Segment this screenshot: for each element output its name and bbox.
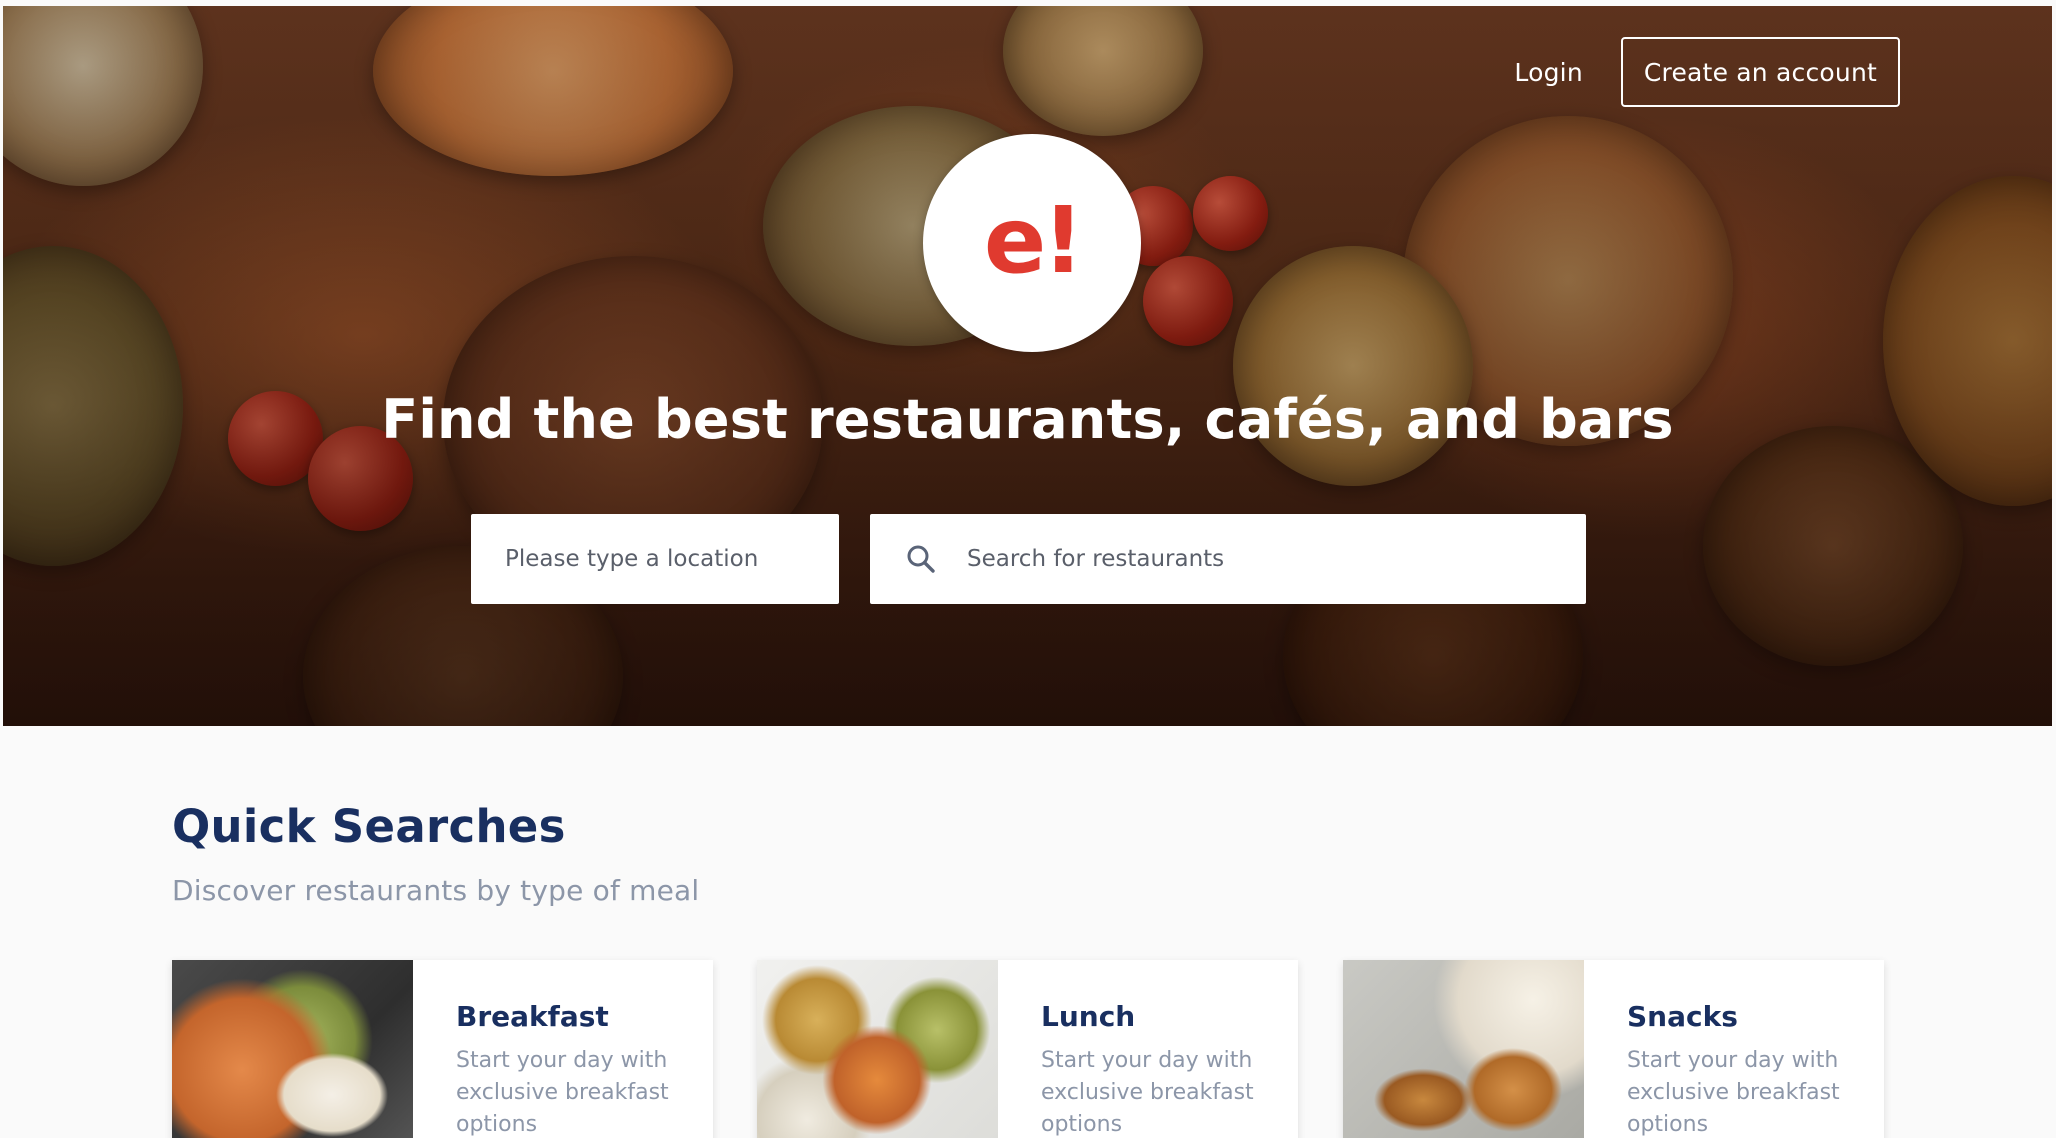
hero-overlay — [3, 6, 2052, 726]
card-title: Snacks — [1627, 1000, 1738, 1033]
snacks-image — [1343, 960, 1584, 1138]
auth-links: Login Create an account — [1514, 37, 1900, 107]
quick-searches-subtitle: Discover restaurants by type of meal — [172, 874, 700, 907]
meal-card-breakfast[interactable]: Breakfast Start your day with exclusive … — [172, 960, 713, 1138]
search-icon — [907, 545, 935, 573]
meal-card-lunch[interactable]: Lunch Start your day with exclusive brea… — [757, 960, 1298, 1138]
card-description: Start your day with exclusive breakfast … — [456, 1048, 669, 1137]
quick-searches-title: Quick Searches — [172, 800, 566, 853]
card-title: Lunch — [1041, 1000, 1136, 1033]
logo-text: e! — [983, 186, 1084, 294]
hero-title: Find the best restaurants, cafés, and ba… — [381, 388, 1674, 451]
card-description: Start your day with exclusive breakfast … — [1041, 1048, 1254, 1137]
card-title: Breakfast — [456, 1000, 609, 1033]
card-description: Start your day with exclusive breakfast … — [1627, 1048, 1840, 1137]
create-account-button[interactable]: Create an account — [1620, 37, 1900, 107]
hero-banner: Login Create an account e! Find the best… — [3, 6, 2052, 726]
brand-logo: e! — [923, 134, 1141, 352]
meal-card-snacks[interactable]: Snacks Start your day with exclusive bre… — [1343, 960, 1884, 1138]
page: Login Create an account e! Find the best… — [0, 0, 2056, 1138]
lunch-image — [757, 960, 998, 1138]
restaurant-search-box[interactable] — [870, 514, 1586, 604]
restaurant-search-input[interactable] — [965, 514, 1586, 604]
location-input[interactable] — [471, 514, 839, 604]
login-link[interactable]: Login — [1514, 58, 1582, 87]
breakfast-image — [172, 960, 413, 1138]
